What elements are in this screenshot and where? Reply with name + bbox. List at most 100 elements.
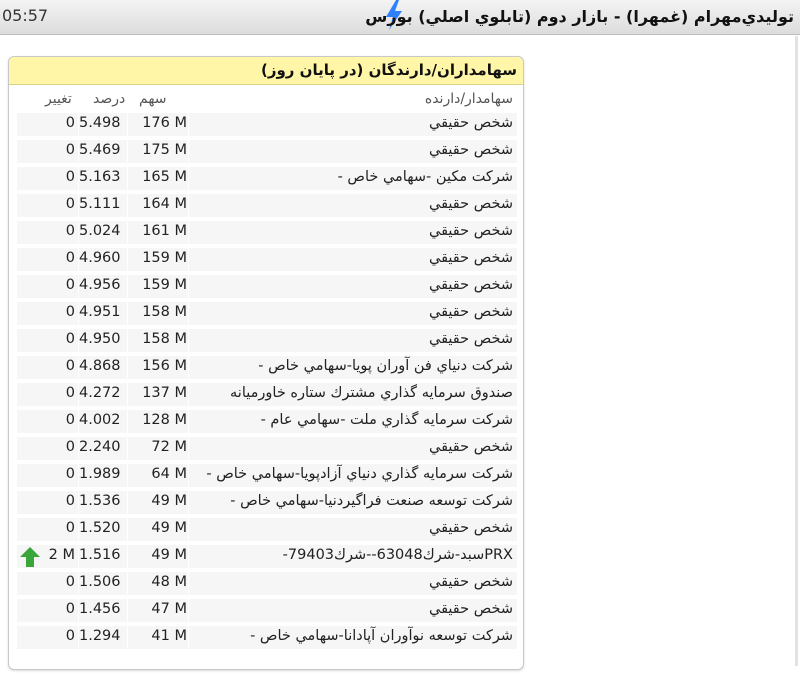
holder-name: شركت مكين -سهامي خاص - [337,169,513,185]
table-row[interactable]: شخص حقيقي 164 M 5.111 0 [9,192,523,219]
change-value: 0 [65,466,75,482]
holder-name: شخص حقيقي [429,142,513,158]
holder-name: شركت سرمايه گذاري دنياي آزادپويا-سهامي خ… [206,466,513,482]
percent-value: 4.956 [79,277,121,293]
share-value: 49 M [151,547,187,563]
share-value: 164 M [142,196,187,212]
change-value: 0 [65,142,75,158]
share-value: 128 M [142,412,187,428]
percent-value: 1.516 [79,547,121,563]
change-value: 0 [65,385,75,401]
share-value: 161 M [142,223,187,239]
column-change: تغيير [45,91,72,107]
percent-value: 1.294 [79,628,121,644]
holder-name: شخص حقيقي [429,115,513,131]
table-row[interactable]: شخص حقيقي 49 M 1.520 0 [9,516,523,543]
table-row[interactable]: شركت توسعه نوآوران آپادانا-سهامي خاص - 41… [9,624,523,651]
change-value: 0 [65,412,75,428]
holder-name: شخص حقيقي [429,250,513,266]
table-row[interactable]: شخص حقيقي 158 M 4.950 0 [9,327,523,354]
top-bar: 05:57 توليدي‌مهرام (غمهرا) - بازار دوم (… [0,0,800,35]
share-value: 158 M [142,304,187,320]
share-value: 47 M [151,601,187,617]
share-value: 159 M [142,250,187,266]
percent-value: 5.111 [79,196,121,212]
shareholders-panel: سهامداران/دارندگان (در پايان روز) سهامدا… [8,56,524,670]
table-row[interactable]: شخص حقيقي 48 M 1.506 0 [9,570,523,597]
change-value: 0 [65,250,75,266]
table-row[interactable]: شركت دنياي فن آوران پويا-سهامي خاص - 156 … [9,354,523,381]
column-header-row: سهامدار/دارنده سهم درصد تغيير [9,85,523,111]
holder-name: شركت توسعه صنعت فراگيردنيا-سهامي خاص - [230,493,513,509]
holder-name: شخص حقيقي [429,601,513,617]
percent-value: 4.002 [79,412,121,428]
table-row[interactable]: شركت توسعه صنعت فراگيردنيا-سهامي خاص - 49… [9,489,523,516]
column-share: سهم [139,91,167,107]
holder-name: شركت دنياي فن آوران پويا-سهامي خاص - [258,358,513,374]
percent-value: 4.960 [79,250,121,266]
table-row[interactable]: شخص حقيقي 159 M 4.956 0 [9,273,523,300]
share-value: 159 M [142,277,187,293]
table-row[interactable]: شخص حقيقي 72 M 2.240 0 [9,435,523,462]
holder-name: شخص حقيقي [429,277,513,293]
percent-value: 1.520 [79,520,121,536]
column-percent: درصد [93,91,126,107]
table-row[interactable]: شخص حقيقي 47 M 1.456 0 [9,597,523,624]
share-value: 49 M [151,493,187,509]
table-row[interactable]: شخص حقيقي 159 M 4.960 0 [9,246,523,273]
holder-name: شخص حقيقي [429,223,513,239]
holder-name: شخص حقيقي [429,574,513,590]
share-value: 156 M [142,358,187,374]
change-value: 0 [65,196,75,212]
change-value: 0 [65,628,75,644]
share-value: 176 M [142,115,187,131]
column-holder: سهامدار/دارنده [424,91,513,107]
percent-value: 1.506 [79,574,121,590]
change-value: 0 [65,115,75,131]
table-row[interactable]: شركت سرمايه گذاري دنياي آزادپويا-سهامي خ… [9,462,523,489]
change-value: 0 [65,439,75,455]
share-value: 41 M [151,628,187,644]
holder-name: شركت توسعه نوآوران آپادانا-سهامي خاص - [250,628,513,644]
table-row[interactable]: شخص حقيقي 176 M 5.498 0 [9,111,523,138]
holder-name: شخص حقيقي [429,520,513,536]
percent-value: 5.024 [79,223,121,239]
page-title: توليدي‌مهرام (غمهرا) - بازار دوم (تابلوي… [365,7,794,26]
table-row[interactable]: صندوق سرمايه گذاري مشترك ستاره خاورميانه… [9,381,523,408]
percent-value: 4.272 [79,385,121,401]
share-value: 158 M [142,331,187,347]
change-value: 0 [65,574,75,590]
change-value: 0 [65,304,75,320]
holder-name: صندوق سرمايه گذاري مشترك ستاره خاورميانه [230,385,513,401]
share-value: 49 M [151,520,187,536]
table-row[interactable]: شخص حقيقي 161 M 5.024 0 [9,219,523,246]
percent-value: 4.951 [79,304,121,320]
change-value: 0 [65,520,75,536]
holder-name: شخص حقيقي [429,196,513,212]
change-value: 0 [65,223,75,239]
table-row[interactable]: شركت مكين -سهامي خاص - 165 M 5.163 0 [9,165,523,192]
panel-title: سهامداران/دارندگان (در پايان روز) [9,57,523,85]
percent-value: 5.163 [79,169,121,185]
table-row[interactable]: شركت سرمايه گذاري ملت -سهامي عام - 128 M 4… [9,408,523,435]
table-row[interactable]: شخص حقيقي 158 M 4.951 0 [9,300,523,327]
change-value: 0 [65,358,75,374]
percent-value: 5.469 [79,142,121,158]
percent-value: 1.456 [79,601,121,617]
holder-name: شخص حقيقي [429,304,513,320]
table-row[interactable]: شخص حقيقي 175 M 5.469 0 [9,138,523,165]
scrollbar[interactable] [795,36,798,666]
holder-name: PRXسبد-شرك63048--شرك79403- [282,547,513,563]
percent-value: 4.868 [79,358,121,374]
change-value: 0 [65,493,75,509]
share-value: 165 M [142,169,187,185]
holder-name: شخص حقيقي [429,331,513,347]
change-value: 0 [65,169,75,185]
share-value: 48 M [151,574,187,590]
clock-time: 05:57 [2,6,49,25]
share-value: 137 M [142,385,187,401]
shareholder-list: شخص حقيقي 176 M 5.498 0 شخص حقيقي 175 M 5.469 0… [9,111,523,651]
change-value: 0 [65,601,75,617]
change-value: 0 [65,331,75,347]
table-row[interactable]: PRXسبد-شرك63048--شرك79403- 49 M 1.516 2 M [9,543,523,570]
